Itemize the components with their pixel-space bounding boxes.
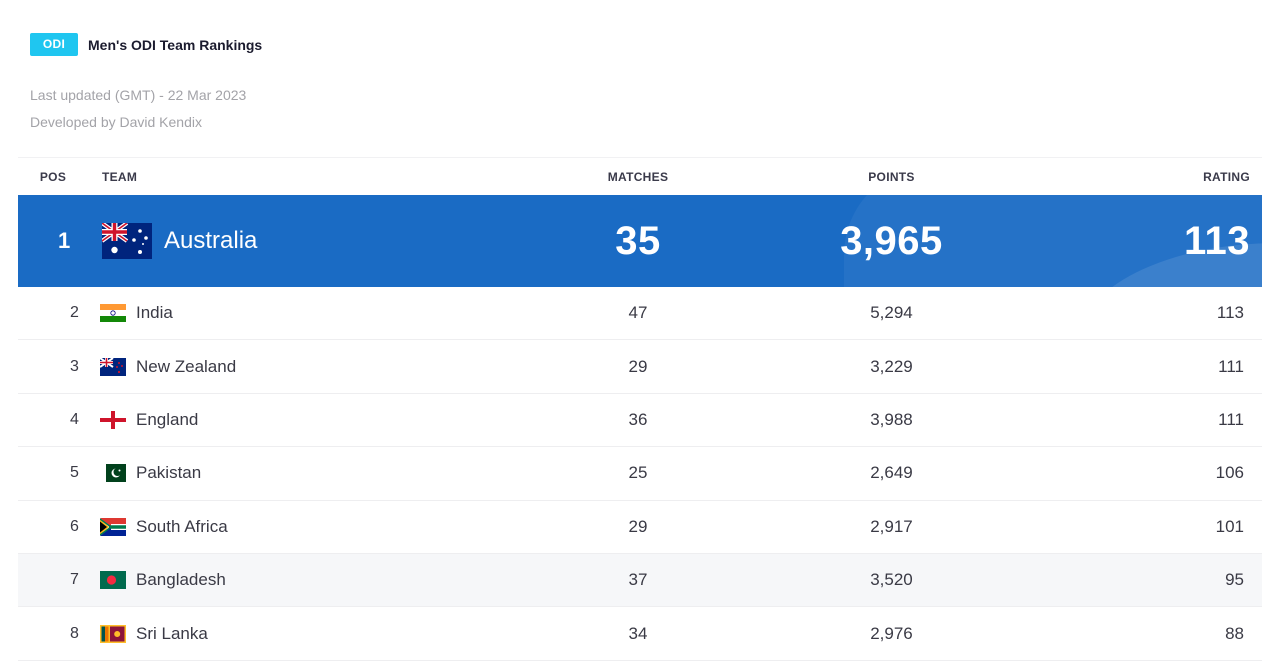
header-pos[interactable]: POS <box>18 170 88 184</box>
row-team: South Africa <box>100 517 538 537</box>
row-rating: 95 <box>1225 570 1244 590</box>
row-team: Australia <box>100 223 538 259</box>
row-matches: 34 <box>628 623 648 643</box>
table-header: POS TEAM MATCHES POINTS RATING <box>18 157 1262 195</box>
row-matches: 25 <box>628 463 648 483</box>
table-row[interactable]: 2 India 47 5,294 113 <box>18 287 1262 341</box>
row-rating: 111 <box>1218 356 1244 376</box>
page-title: Men's ODI Team Rankings <box>88 36 263 53</box>
row-team: New Zealand <box>100 357 538 377</box>
australia-flag-icon <box>102 223 152 259</box>
team-name[interactable]: Australia <box>164 227 257 255</box>
row-points: 3,520 <box>870 570 913 590</box>
header-team[interactable]: TEAM <box>88 170 538 184</box>
pakistan-flag-icon <box>100 464 126 483</box>
table-row[interactable]: 7 Bangladesh 37 3,520 95 <box>18 553 1262 608</box>
team-name[interactable]: New Zealand <box>136 357 236 377</box>
header-points[interactable]: POINTS <box>738 170 1045 184</box>
row-pos: 2 <box>70 304 79 322</box>
row-points: 5,294 <box>870 303 913 323</box>
row-matches: 47 <box>628 303 648 323</box>
row-pos: 7 <box>70 571 79 589</box>
row-points: 2,976 <box>870 623 913 643</box>
row-pos: 4 <box>70 410 79 428</box>
table-row[interactable]: 6 South Africa 29 2,917 101 <box>18 501 1262 554</box>
row-points: 3,965 <box>840 218 943 263</box>
row-team: Pakistan <box>100 463 538 483</box>
row-points: 2,917 <box>870 516 913 536</box>
header-rating[interactable]: RATING <box>1045 170 1262 184</box>
south-africa-flag-icon <box>100 517 126 536</box>
header-matches[interactable]: MATCHES <box>538 170 738 184</box>
row-rating: 101 <box>1215 516 1244 536</box>
format-badge[interactable]: ODI <box>30 33 78 56</box>
row-matches: 35 <box>615 218 661 263</box>
row-pos: 6 <box>70 517 79 535</box>
team-name[interactable]: Bangladesh <box>136 570 226 590</box>
row-team: England <box>100 410 538 430</box>
row-points: 3,229 <box>870 356 913 376</box>
row-pos: 3 <box>70 357 79 375</box>
row-team: Bangladesh <box>100 570 538 590</box>
developer-credit: Developed by David Kendix <box>30 114 202 130</box>
new-zealand-flag-icon <box>100 357 126 376</box>
england-flag-icon <box>100 410 126 429</box>
row-points: 3,988 <box>870 409 913 429</box>
row-matches: 36 <box>628 409 648 429</box>
top-ranked-row[interactable]: 1 Australia 35 3,965 113 <box>18 195 1262 287</box>
row-points: 2,649 <box>870 463 913 483</box>
table-row[interactable]: 3 New Zealand 29 3,229 111 <box>18 340 1262 394</box>
bangladesh-flag-icon <box>100 571 126 590</box>
last-updated-text: Last updated (GMT) - 22 Mar 2023 <box>30 87 247 103</box>
row-matches: 29 <box>628 516 648 536</box>
row-matches: 37 <box>628 570 648 590</box>
page-header: ODI Men's ODI Team Rankings <box>30 33 262 56</box>
team-name[interactable]: South Africa <box>136 517 228 537</box>
row-rating: 106 <box>1215 463 1244 483</box>
team-name[interactable]: England <box>136 410 198 430</box>
row-matches: 29 <box>628 356 648 376</box>
table-row[interactable]: 4 England 36 3,988 111 <box>18 394 1262 448</box>
row-rating: 111 <box>1218 409 1244 429</box>
row-pos: 1 <box>58 228 71 253</box>
table-row[interactable]: 8 Sri Lanka 34 2,976 88 <box>18 607 1262 661</box>
team-name[interactable]: Pakistan <box>136 463 201 483</box>
india-flag-icon <box>100 304 126 323</box>
rankings-table: POS TEAM MATCHES POINTS RATING 1 Austral… <box>18 157 1262 661</box>
row-rating: 113 <box>1216 303 1244 323</box>
sri-lanka-flag-icon <box>100 624 126 643</box>
team-name[interactable]: Sri Lanka <box>136 624 208 644</box>
row-rating: 113 <box>1183 218 1250 263</box>
team-name[interactable]: India <box>136 303 173 323</box>
row-pos: 8 <box>70 624 79 642</box>
table-row[interactable]: 5 Pakistan 25 2,649 106 <box>18 447 1262 501</box>
row-team: Sri Lanka <box>100 624 538 644</box>
row-rating: 88 <box>1225 623 1244 643</box>
row-pos: 5 <box>70 464 79 482</box>
row-team: India <box>100 303 538 323</box>
